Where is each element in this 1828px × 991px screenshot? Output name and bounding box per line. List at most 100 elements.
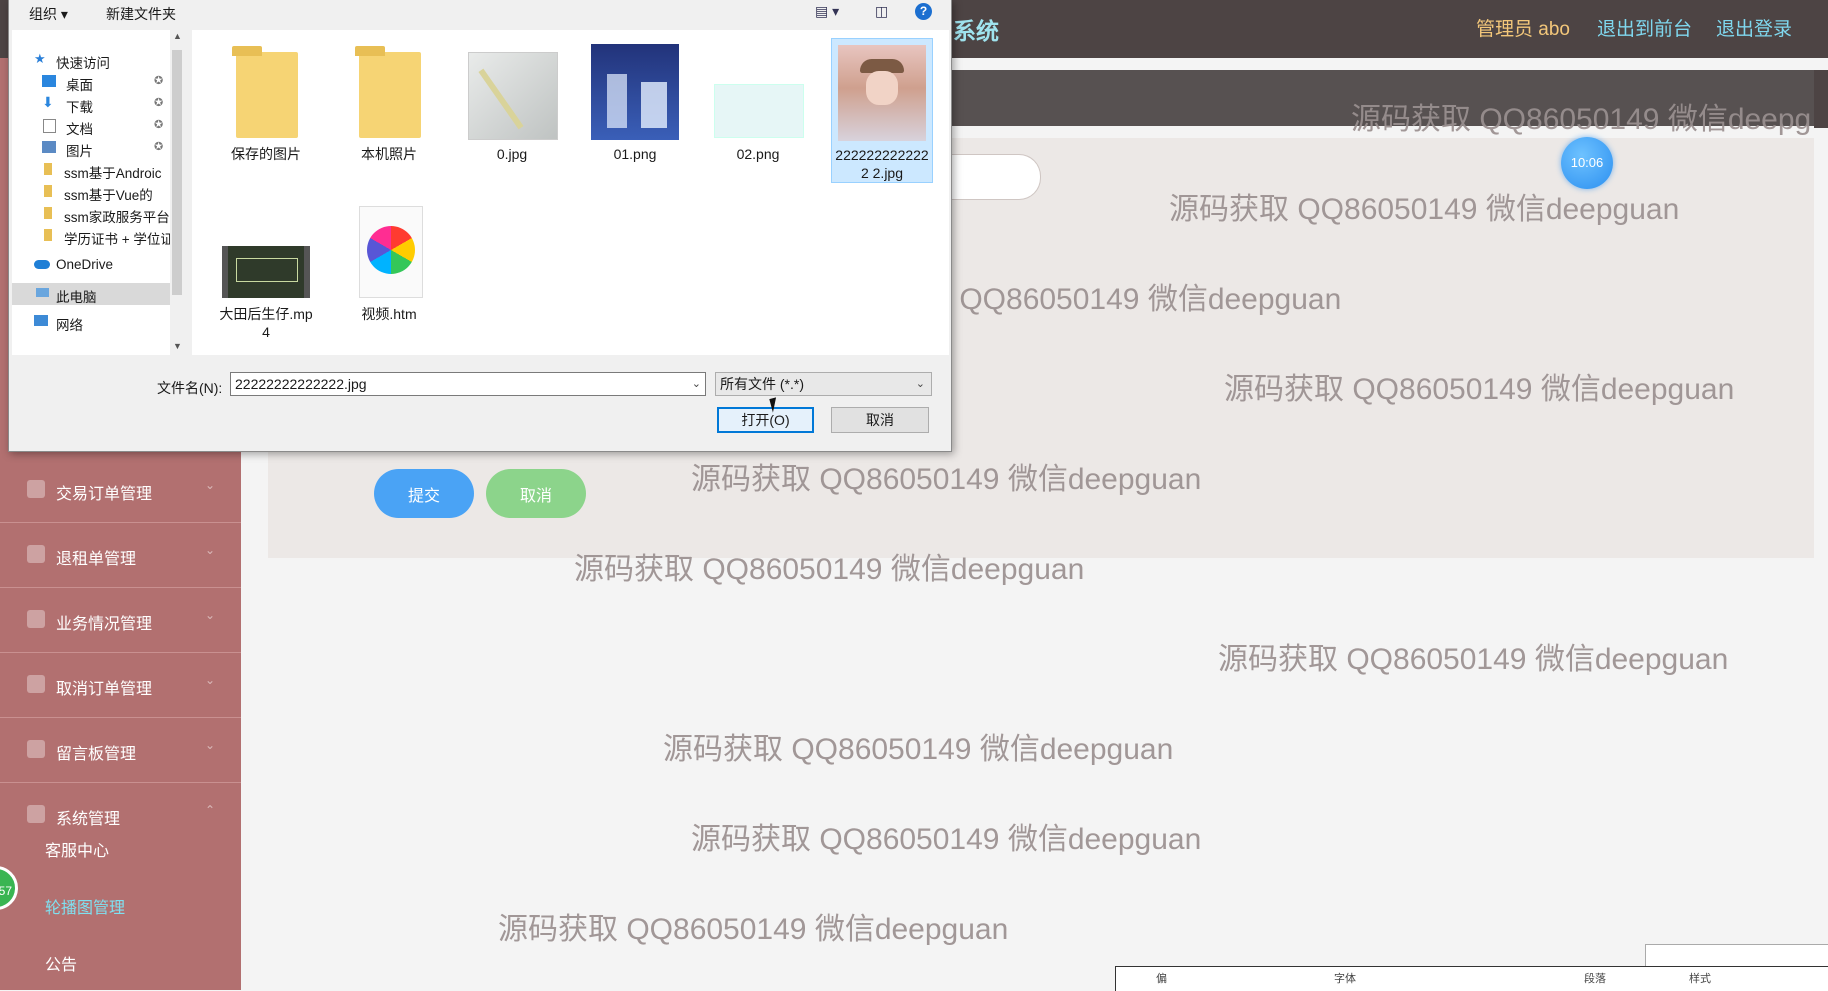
nav-documents[interactable]: 文档 ✪ [12,115,170,137]
scroll-up-icon[interactable]: ▲ [173,31,182,41]
back-to-frontend-link[interactable]: 退出到前台 [1597,14,1692,41]
nav-this-pc[interactable]: 此电脑 [12,283,170,305]
filename-label: 文件名(N): [157,380,223,396]
logout-link[interactable]: 退出登录 [1716,14,1792,41]
organize-button[interactable]: 组织 ▾ [29,4,68,24]
file-name: 0.jpg [496,146,528,162]
submenu-notice[interactable]: 公告 [45,951,77,975]
file-item-0-jpg[interactable]: 0.jpg [462,38,562,163]
nav-folder-2[interactable]: ssm基于Vue的 [12,181,170,203]
sidebar-item-label: 业务情况管理 [56,616,153,633]
nav-scrollbar[interactable]: ▲ ▼ [170,30,184,355]
sidebar-item-return-orders[interactable]: 退租单管理 ⌄ [0,523,241,588]
nav-label: OneDrive [56,257,114,272]
sidebar-item-label: 系统管理 [56,811,121,828]
sidebar-item-trade-orders[interactable]: 交易订单管理 ⌄ [0,458,241,523]
sidebar-item-label: 留言板管理 [56,746,137,763]
business-icon [27,610,45,628]
sidebar-item-cancel-orders[interactable]: 取消订单管理 ⌄ [0,653,241,718]
nav-label: 文档 [66,122,93,137]
submenu-carousel[interactable]: 轮播图管理 [45,894,125,918]
nav-label: 学历证书 + 学位证 [64,232,170,247]
help-icon[interactable]: ? [915,3,932,20]
new-folder-button[interactable]: 新建文件夹 [106,4,176,24]
desktop-icon [42,75,56,87]
folder-icon [44,229,52,241]
pin-icon: ✪ [154,75,164,87]
ribbon-label: 偏 [1156,973,1167,985]
floating-clock-badge[interactable]: 10:06 [1561,137,1613,189]
return-icon [27,545,45,563]
sidebar-item-label: 交易订单管理 [56,486,153,503]
scroll-thumb[interactable] [172,50,182,295]
file-item-folder-local-photos[interactable]: 本机照片 [339,38,439,163]
dialog-cancel-button[interactable]: 取消 [831,407,929,433]
folder-icon [44,163,52,175]
admin-user-label: 管理员 abo [1476,19,1570,40]
nav-label: ssm家政服务平台 [64,210,170,225]
sidebar-item-message-board[interactable]: 留言板管理 ⌄ [0,718,241,783]
filename-value: 22222222222222.jpg [235,376,367,392]
file-name: 01.png [613,146,657,162]
file-item-02-png[interactable]: 02.png [708,38,808,163]
nav-folder-3[interactable]: ssm家政服务平台 [12,203,170,225]
cancel-button[interactable]: 取消 [486,469,586,518]
file-item-2222-jpg[interactable]: 2222222222222 2.jpg [831,38,933,183]
chevron-down-icon: ⌄ [205,478,216,492]
chevron-up-icon: ⌃ [205,803,216,817]
watermark-text: 源码获取 QQ86050149 微信deepguan [663,733,1174,766]
video-thumbnail [222,204,310,300]
image-thumbnail [838,45,926,141]
nav-folder-1[interactable]: ssm基于Androic [12,159,170,181]
submenu-customer-service[interactable]: 客服中心 [45,837,109,861]
nav-label: 网络 [56,318,83,333]
message-icon [27,740,45,758]
image-thumbnail [468,44,558,140]
network-icon [34,315,48,326]
filetype-value: 所有文件 (*.*) [720,376,804,392]
order-icon [27,480,45,498]
chevron-down-icon[interactable]: ⌄ [692,373,701,395]
view-options-icon[interactable]: ▤ ▾ [815,3,839,20]
form-text-input[interactable] [940,154,1041,200]
download-icon: ⬇ [42,94,54,110]
nav-desktop[interactable]: 桌面 ✪ [12,71,170,93]
chevron-down-icon: ⌄ [205,608,216,622]
file-item-01-png[interactable]: 01.png [585,38,685,163]
filetype-select[interactable]: 所有文件 (*.*) ⌄ [715,372,932,396]
image-thumbnail [714,44,804,140]
document-ribbon-fragment: 偏 字体 段落 样式 [1115,966,1828,991]
file-name: 本机照片 [361,146,417,162]
nav-pictures[interactable]: 图片 ✪ [12,137,170,159]
open-button[interactable]: 打开(O) [717,407,814,433]
nav-label: 快速访问 [56,56,110,71]
nav-folder-4[interactable]: 学历证书 + 学位证 [12,225,170,247]
folder-icon [222,44,310,140]
file-item-folder-saved-pictures[interactable]: 保存的图片 [216,38,316,163]
file-open-dialog: 组织 ▾ 新建文件夹 ▤ ▾ ◫ ? ★ 快速访问 桌面 ✪ ⬇ 下载 ✪ 文档… [8,0,952,452]
submit-button[interactable]: 提交 [374,469,474,518]
ribbon-label: 字体 [1334,973,1356,985]
nav-network[interactable]: 网络 [12,311,170,333]
pin-icon: ✪ [154,119,164,131]
pin-icon: ✪ [154,141,164,153]
preview-pane-icon[interactable]: ◫ [875,3,888,20]
nav-downloads[interactable]: ⬇ 下载 ✪ [12,93,170,115]
nav-quick-access[interactable]: ★ 快速访问 [12,49,170,71]
watermark-text: 源码获取 QQ86050149 微信deepguan [498,913,1009,946]
browser-icon [345,204,433,300]
file-name: 视频.htm [361,306,417,322]
nav-label: ssm基于Androic [64,166,162,181]
document-icon [43,119,56,133]
sidebar-item-system[interactable]: 系统管理 ⌃ [0,783,241,847]
sidebar-item-business[interactable]: 业务情况管理 ⌄ [0,588,241,653]
chevron-down-icon: ⌄ [205,673,216,687]
file-item-video-htm[interactable]: 视频.htm [339,198,439,323]
sidebar-item-label: 退租单管理 [56,551,137,568]
folder-icon [345,44,433,140]
nav-onedrive[interactable]: OneDrive [12,254,170,276]
filename-input[interactable]: 22222222222222.jpg ⌄ [230,372,706,396]
scroll-down-icon[interactable]: ▼ [173,341,182,351]
file-item-video-mp4[interactable]: 大田后生仔.mp4 [216,198,316,341]
folder-icon [44,207,52,219]
